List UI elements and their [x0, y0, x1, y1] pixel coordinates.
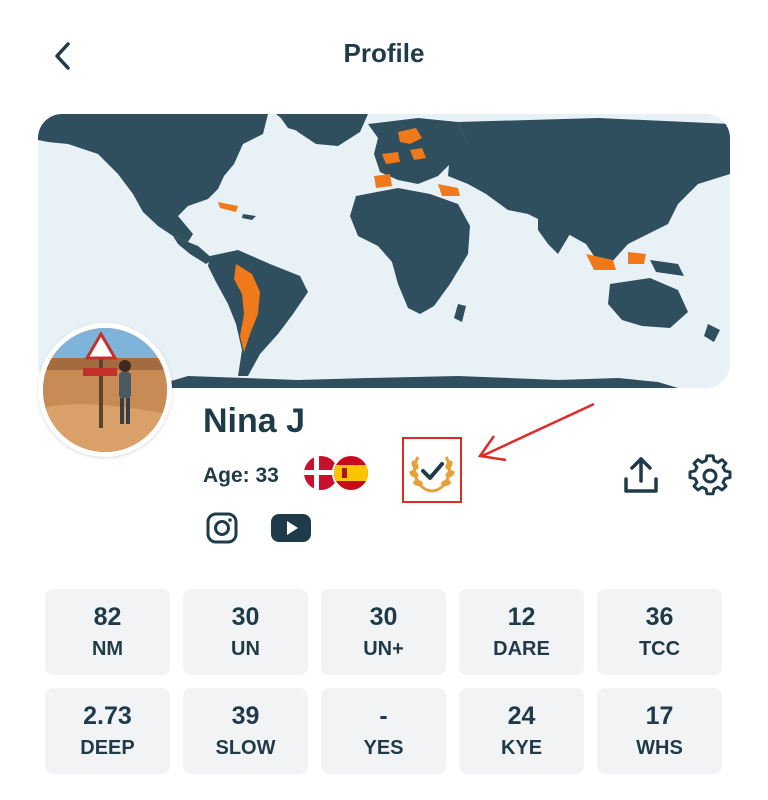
stat-label: KYE: [500, 737, 543, 759]
stat-tile-dare[interactable]: 12 DARE: [459, 589, 584, 675]
spain-flag-icon: [332, 454, 370, 492]
laurel-check-icon: [409, 456, 455, 493]
stat-value: 24: [507, 702, 536, 730]
stat-value: 12: [507, 603, 536, 631]
stat-label: UN+: [363, 638, 404, 660]
youtube-icon: [271, 514, 311, 542]
stat-label: YES: [363, 737, 404, 759]
stat-tile-slow[interactable]: 39 SLOW: [183, 688, 308, 774]
stat-tile-un[interactable]: 30 UN: [183, 589, 308, 675]
stat-label: TCC: [638, 638, 681, 660]
stat-tile-nm[interactable]: 82 NM: [45, 589, 170, 675]
stat-label: DARE: [493, 638, 550, 660]
stat-tile-deep[interactable]: 2.73 DEEP: [45, 688, 170, 774]
instagram-link[interactable]: [205, 511, 239, 545]
stat-tile-kye[interactable]: 24 KYE: [459, 688, 584, 774]
stats-grid: 82 NM 30 UN 30 UN+ 12 DARE 36 TCC 2.73 DEEP 39…: [45, 589, 723, 774]
stat-tile-whs[interactable]: 17 WHS: [597, 688, 722, 774]
stat-value: 30: [231, 603, 260, 631]
annotation-arrow: [470, 398, 600, 468]
stat-label: NM: [91, 638, 124, 660]
profile-photo: [43, 328, 167, 452]
profile-age: Age: 33: [203, 464, 279, 487]
stat-value: 36: [645, 603, 674, 631]
profile-name: Nina J: [203, 402, 306, 440]
stat-label: DEEP: [80, 737, 135, 759]
verified-badge-button[interactable]: [402, 437, 462, 503]
instagram-icon: [206, 512, 238, 544]
stat-value: -: [379, 702, 388, 730]
settings-button[interactable]: [688, 454, 732, 498]
avatar[interactable]: [38, 323, 172, 457]
stat-label: WHS: [636, 737, 683, 759]
stat-tile-un-plus[interactable]: 30 UN+: [321, 589, 446, 675]
stat-value: 2.73: [83, 702, 132, 730]
gear-icon: [688, 454, 732, 496]
stat-tile-tcc[interactable]: 36 TCC: [597, 589, 722, 675]
stat-value: 39: [231, 702, 260, 730]
page-title: Profile: [343, 38, 425, 68]
upload-icon: [624, 457, 658, 493]
youtube-link[interactable]: [270, 511, 312, 545]
stat-value: 17: [645, 702, 674, 730]
stat-value: 82: [93, 603, 122, 631]
stat-value: 30: [369, 603, 398, 631]
stat-tile-yes[interactable]: - YES: [321, 688, 446, 774]
stat-label: UN: [231, 638, 260, 660]
stat-label: SLOW: [215, 737, 276, 759]
share-button[interactable]: [620, 455, 662, 497]
